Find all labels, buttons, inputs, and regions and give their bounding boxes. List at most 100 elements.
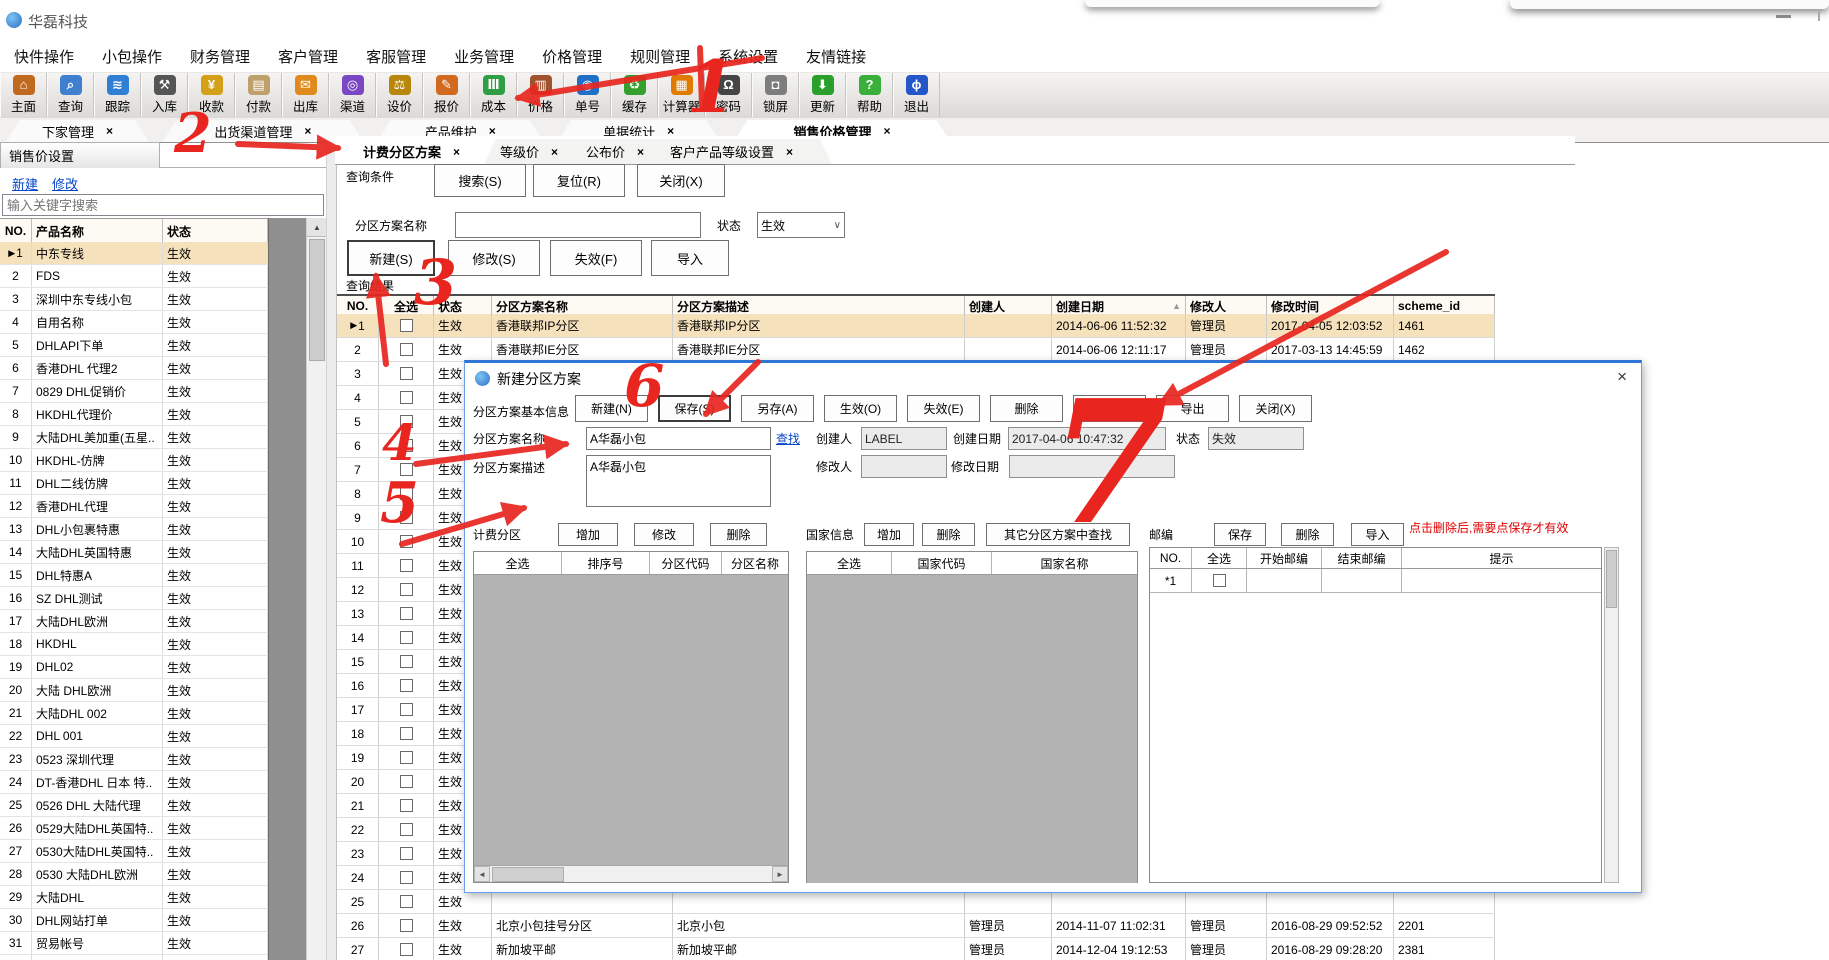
menu-item[interactable]: 友情链接 — [792, 46, 880, 67]
scheme-name-input[interactable] — [455, 212, 701, 238]
billing-modify-button[interactable]: 修改 — [634, 523, 694, 546]
scheme-name-field[interactable] — [586, 427, 771, 450]
toolbar-button[interactable]: Ω 密码 — [705, 73, 752, 117]
product-row[interactable]: 19 DHL02 生效 — [0, 656, 268, 679]
row-checkbox[interactable] — [400, 823, 413, 836]
tab-xiajia-guanli[interactable]: 下家管理× — [6, 120, 149, 142]
toolbar-button[interactable]: ✎ 报价 — [423, 73, 470, 117]
country-add-button[interactable]: 增加 — [864, 523, 914, 546]
toolbar-button[interactable]: ɸ 退出 — [893, 73, 940, 117]
scroll-thumb[interactable] — [309, 239, 325, 361]
product-row[interactable]: 29 大陆DHL 生效 — [0, 886, 268, 909]
row-checkbox[interactable] — [400, 607, 413, 620]
country-delete-button[interactable]: 删除 — [922, 523, 975, 546]
tab-kehu-chanpin-dengji[interactable]: 客户产品等级设置× — [654, 139, 832, 164]
product-row[interactable]: 32 香港DHL代理HT 生效 — [0, 955, 268, 960]
close-button[interactable]: 关闭(X) — [637, 164, 725, 197]
row-checkbox[interactable] — [400, 439, 413, 452]
menu-item[interactable]: 业务管理 — [440, 46, 528, 67]
product-row[interactable]: 4 自用名称 生效 — [0, 311, 268, 334]
new-link[interactable]: 新建 — [12, 174, 38, 193]
panel-splitter[interactable] — [326, 142, 337, 960]
toolbar-button[interactable]: ▦ 计算器 — [658, 73, 705, 117]
left-panel-tab[interactable]: 销售价设置 — [0, 142, 160, 168]
toolbar-button[interactable]: ⌂ 主面 — [0, 73, 47, 117]
row-checkbox[interactable] — [400, 535, 413, 548]
row-checkbox[interactable] — [400, 655, 413, 668]
product-row[interactable]: 15 DHL特惠A 生效 — [0, 564, 268, 587]
toolbar-button[interactable]: ⚒ 入库 — [141, 73, 188, 117]
product-row[interactable]: 22 DHL 001 生效 — [0, 725, 268, 748]
row-checkbox[interactable] — [400, 343, 413, 356]
product-row[interactable]: 13 DHL小包裹特惠 生效 — [0, 518, 268, 541]
billing-h-scrollbar[interactable]: ◄ ► — [474, 865, 788, 882]
row-checkbox[interactable] — [400, 703, 413, 716]
scheme-desc-field[interactable]: A华磊小包 — [586, 455, 771, 507]
row-checkbox[interactable] — [400, 943, 413, 956]
billing-delete-button[interactable]: 删除 — [710, 523, 767, 546]
row-checkbox[interactable] — [400, 511, 413, 524]
toolbar-button[interactable]: ♻ 缓存 — [611, 73, 658, 117]
dialog-button[interactable]: 导入 — [1073, 395, 1146, 422]
toolbar-button[interactable]: ⌕ 查询 — [47, 73, 94, 117]
result-row[interactable]: 27 生效 新加坡平邮 新加坡平邮 管理员 2014-12-04 19:12:5… — [337, 938, 1495, 960]
toolbar-button[interactable]: ⬇ 更新 — [799, 73, 846, 117]
column-header-scheme-desc[interactable]: 分区方案描述 — [673, 296, 965, 316]
billing-col-sort[interactable]: 排序号 — [562, 552, 650, 574]
product-row[interactable]: 26 0529大陆DHL英国特.. 生效 — [0, 817, 268, 840]
row-checkbox[interactable] — [400, 463, 413, 476]
reset-button[interactable]: 复位(R) — [533, 164, 625, 197]
column-header-creator[interactable]: 创建人 — [965, 296, 1052, 316]
tab-chuhuo-qudao[interactable]: 出货渠道管理× — [162, 120, 363, 142]
scroll-left-icon[interactable]: ◄ — [474, 866, 490, 882]
country-col-code[interactable]: 国家代码 — [892, 552, 992, 574]
menu-item[interactable]: 快件操作 — [0, 46, 88, 67]
column-header-name[interactable]: 产品名称 — [32, 219, 163, 243]
row-checkbox[interactable] — [400, 919, 413, 932]
toolbar-button[interactable]: ≋ 跟踪 — [94, 73, 141, 117]
postal-col-hint[interactable]: 提示 — [1402, 548, 1601, 568]
row-checkbox[interactable] — [400, 727, 413, 740]
country-table-body[interactable] — [807, 575, 1137, 883]
tab-close-icon[interactable]: × — [551, 145, 558, 159]
row-checkbox[interactable] — [1213, 574, 1226, 587]
tab-close-icon[interactable]: × — [786, 145, 793, 159]
tab-close-icon[interactable]: × — [453, 145, 460, 159]
postal-v-scrollbar[interactable] — [1604, 547, 1619, 883]
row-checkbox[interactable] — [400, 487, 413, 500]
row-checkbox[interactable] — [400, 895, 413, 908]
dialog-close-icon[interactable]: × — [1617, 367, 1627, 387]
row-checkbox[interactable] — [400, 583, 413, 596]
menu-item[interactable]: 小包操作 — [88, 46, 176, 67]
modify-link[interactable]: 修改 — [52, 174, 78, 193]
row-checkbox[interactable] — [400, 775, 413, 788]
row-checkbox[interactable] — [400, 751, 413, 764]
billing-table-body[interactable] — [474, 575, 788, 866]
modify-button[interactable]: 修改(S) — [448, 240, 540, 276]
column-header-select-all[interactable]: 全选 — [379, 296, 434, 316]
product-list-scroll-track-dark[interactable] — [268, 218, 307, 960]
column-header-modifier[interactable]: 修改人 — [1186, 296, 1267, 316]
toolbar-button[interactable]: ¥ 收款 — [188, 73, 235, 117]
scroll-thumb[interactable] — [492, 867, 564, 882]
product-row[interactable]: 20 大陆 DHL欧洲 生效 — [0, 679, 268, 702]
row-checkbox[interactable] — [400, 679, 413, 692]
product-row[interactable]: 30 DHL网站打单 生效 — [0, 909, 268, 932]
column-header-scheme-name[interactable]: 分区方案名称 — [492, 296, 673, 316]
find-link[interactable]: 查找 — [776, 430, 800, 447]
menu-item[interactable]: 价格管理 — [528, 46, 616, 67]
product-row[interactable]: 16 SZ DHL测试 生效 — [0, 587, 268, 610]
postal-row[interactable]: *1 — [1150, 569, 1601, 593]
menu-item[interactable]: 财务管理 — [176, 46, 264, 67]
product-row[interactable]: 12 香港DHL代理 生效 — [0, 495, 268, 518]
column-header-created[interactable]: 创建日期 ▲ — [1052, 296, 1186, 316]
product-row[interactable]: 9 大陆DHL美加重(五星.. 生效 — [0, 426, 268, 449]
product-row[interactable]: 10 HKDHL-仿牌 生效 — [0, 449, 268, 472]
scroll-up-icon[interactable]: ▲ — [307, 218, 327, 237]
dialog-button[interactable]: 保存(S) — [658, 395, 731, 422]
product-row[interactable]: 5 DHLAPI下单 生效 — [0, 334, 268, 357]
import-button[interactable]: 导入 — [651, 240, 729, 276]
column-header-scheme-id[interactable]: scheme_id — [1394, 296, 1495, 316]
row-checkbox[interactable] — [400, 415, 413, 428]
result-row[interactable]: 2 生效 香港联邦IE分区 香港联邦IE分区 2014-06-06 12:11:… — [337, 338, 1495, 362]
